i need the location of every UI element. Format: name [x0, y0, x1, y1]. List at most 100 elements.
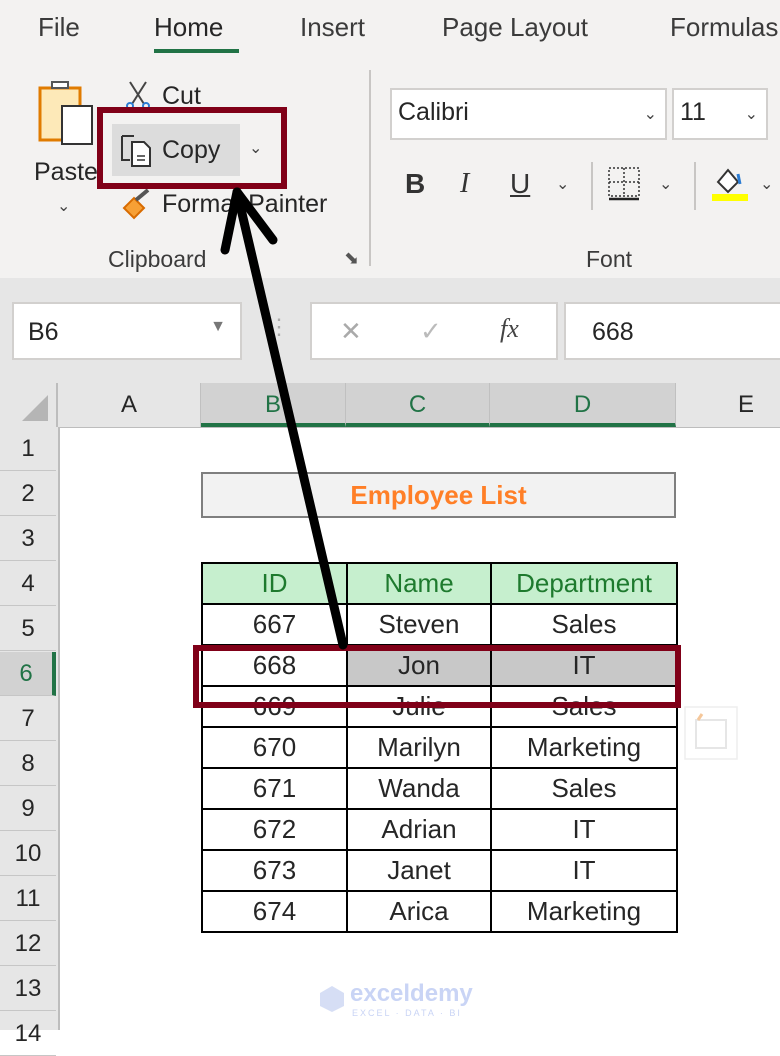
header-department[interactable]: Department	[490, 562, 678, 605]
header-name[interactable]: Name	[346, 562, 492, 605]
cell-department[interactable]: IT	[490, 808, 678, 851]
active-tab-indicator	[154, 49, 239, 53]
employee-list-title[interactable]: Employee List	[201, 472, 676, 518]
cell-name[interactable]: Adrian	[346, 808, 492, 851]
column-header-d[interactable]: D	[490, 383, 676, 427]
cell-id[interactable]: 672	[201, 808, 348, 851]
column-header-c[interactable]: C	[346, 383, 490, 427]
resize-handle-icon[interactable]: ⋮	[268, 314, 290, 340]
cell-department[interactable]: Marketing	[490, 890, 678, 933]
separator	[591, 162, 593, 210]
table-row: 674 Arica Marketing	[201, 890, 678, 933]
bold-button[interactable]: B	[405, 168, 425, 200]
cell-department[interactable]: Sales	[490, 767, 678, 810]
table-row: 667 Steven Sales	[201, 603, 678, 646]
column-header-b[interactable]: B	[201, 383, 346, 427]
tab-home[interactable]: Home	[154, 12, 223, 43]
name-box[interactable]: B6 ▼	[12, 302, 242, 360]
name-box-dropdown-icon[interactable]: ▼	[210, 318, 226, 336]
paste-button[interactable]: Paste ⌄	[30, 78, 100, 218]
scissors-icon	[126, 81, 150, 110]
cell-id[interactable]: 673	[201, 849, 348, 892]
cell-id[interactable]: 674	[201, 890, 348, 933]
column-header-e[interactable]: E	[676, 383, 780, 427]
borders-dropdown-icon[interactable]: ⌄	[659, 174, 672, 194]
row6-highlight-box	[193, 645, 681, 708]
cell-name[interactable]: Janet	[346, 849, 492, 892]
enter-icon[interactable]: ✓	[420, 316, 442, 347]
paste-icon	[38, 81, 93, 145]
quick-analysis-icon[interactable]	[684, 706, 738, 760]
cell-id[interactable]: 671	[201, 767, 348, 810]
row-header-6[interactable]: 6	[0, 652, 56, 696]
row-header-14[interactable]: 14	[0, 1012, 56, 1056]
cell-department[interactable]: Sales	[490, 603, 678, 646]
font-size-value: 11	[680, 98, 706, 126]
cell-name[interactable]: Marilyn	[346, 726, 492, 769]
underline-dropdown-icon[interactable]: ⌄	[556, 174, 569, 194]
borders-icon[interactable]	[607, 166, 643, 202]
tab-insert[interactable]: Insert	[300, 12, 365, 43]
table-row: 672 Adrian IT	[201, 808, 678, 851]
column-header-a[interactable]: A	[58, 383, 201, 427]
cell-name[interactable]: Wanda	[346, 767, 492, 810]
cell-department[interactable]: IT	[490, 849, 678, 892]
row-header-8[interactable]: 8	[0, 742, 56, 786]
chevron-down-icon: ⌄	[744, 106, 758, 123]
dialog-launcher-icon[interactable]: ⬊	[344, 248, 359, 269]
formula-buttons: ✕ ✓ fx	[310, 302, 558, 360]
cancel-icon[interactable]: ✕	[340, 316, 362, 347]
row-header-1[interactable]: 1	[0, 427, 56, 471]
tab-formulas[interactable]: Formulas	[670, 12, 778, 43]
exceldemy-logo-icon	[320, 986, 344, 1012]
row-headers: 1 2 3 4 5 6 7 8 9 10 11 12 13 14	[0, 427, 60, 1056]
employee-table: ID Name Department 667 Steven Sales 668 …	[201, 562, 678, 933]
table-row: 670 Marilyn Marketing	[201, 726, 678, 769]
font-size-combobox[interactable]: 11 ⌄	[672, 88, 768, 140]
row-header-9[interactable]: 9	[0, 787, 56, 831]
cell-name[interactable]: Arica	[346, 890, 492, 933]
cell-id[interactable]: 670	[201, 726, 348, 769]
header-id[interactable]: ID	[201, 562, 348, 605]
watermark-name: exceldemy	[350, 980, 473, 1007]
table-row: 671 Wanda Sales	[201, 767, 678, 810]
font-name-combobox[interactable]: Calibri ⌄	[390, 88, 667, 140]
paste-label: Paste	[34, 158, 98, 186]
format-painter-icon	[122, 188, 150, 220]
row-header-7[interactable]: 7	[0, 697, 56, 741]
fill-color-dropdown-icon[interactable]: ⌄	[760, 174, 773, 194]
font-group-label: Font	[586, 246, 633, 272]
row-header-4[interactable]: 4	[0, 562, 56, 606]
group-separator	[369, 70, 371, 266]
row-header-10[interactable]: 10	[0, 832, 56, 876]
format-painter-button[interactable]: Format Painter	[120, 188, 350, 224]
formula-bar-area: B6 ▼ ⋮ ✕ ✓ fx 668	[0, 278, 780, 383]
tab-file[interactable]: File	[38, 12, 80, 43]
format-painter-label: Format Painter	[162, 190, 328, 218]
formula-value: 668	[592, 318, 634, 346]
separator	[694, 162, 696, 210]
formula-input[interactable]: 668	[564, 302, 780, 360]
row-header-13[interactable]: 13	[0, 967, 56, 1011]
underline-button[interactable]: U	[510, 168, 530, 200]
watermark-tagline: EXCEL · DATA · BI	[352, 1008, 462, 1018]
table-row: 673 Janet IT	[201, 849, 678, 892]
table-header-row: ID Name Department	[201, 562, 678, 605]
italic-button[interactable]: I	[460, 168, 469, 200]
insert-function-icon[interactable]: fx	[500, 314, 519, 344]
tab-page-layout[interactable]: Page Layout	[442, 12, 588, 43]
row-header-3[interactable]: 3	[0, 517, 56, 561]
row-header-12[interactable]: 12	[0, 922, 56, 966]
row-header-2[interactable]: 2	[0, 472, 56, 516]
cell-name[interactable]: Steven	[346, 603, 492, 646]
row-header-11[interactable]: 11	[0, 877, 56, 921]
chevron-down-icon: ⌄	[643, 106, 657, 123]
select-all-button[interactable]	[0, 383, 58, 427]
row-header-5[interactable]: 5	[0, 607, 56, 651]
paste-dropdown-icon[interactable]: ⌄	[57, 196, 70, 216]
cell-id[interactable]: 667	[201, 603, 348, 646]
font-name-value: Calibri	[398, 98, 469, 126]
name-box-value: B6	[28, 318, 59, 346]
cell-department[interactable]: Marketing	[490, 726, 678, 769]
fill-color-icon[interactable]	[710, 164, 750, 204]
